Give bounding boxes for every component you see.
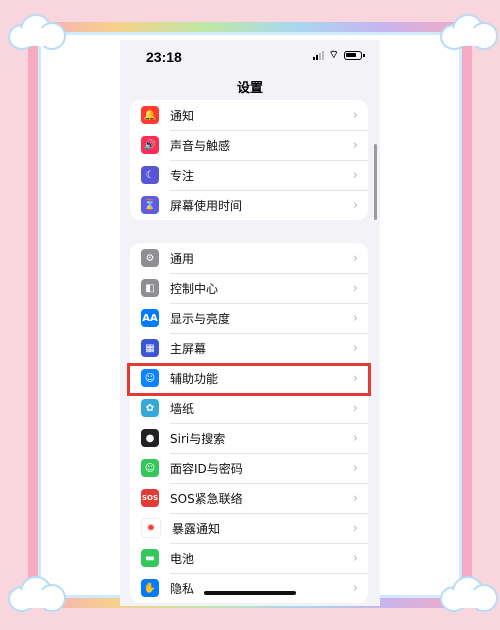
home-grid-icon: ▦ <box>141 339 159 357</box>
chevron-right-icon: › <box>352 400 358 416</box>
settings-row-label: 通知 <box>170 108 195 123</box>
text-size-icon: AA <box>141 309 159 327</box>
settings-row[interactable]: ✹ 暴露通知 › <box>130 513 368 543</box>
settings-row-label: 主屏幕 <box>170 341 207 356</box>
chevron-right-icon: › <box>352 250 358 266</box>
chevron-right-icon: › <box>352 430 358 446</box>
chevron-right-icon: › <box>352 310 358 326</box>
phone-screen: 23:18 ⌔ 设置 🔔 通知 › 🔊 声音与触感 › ☾ 专注 › ⌛ 屏幕使用时间 › ⚙ 通用 › ◧… <box>120 40 380 606</box>
settings-row[interactable]: ✋ 隐私 › <box>130 573 368 603</box>
settings-row-label: 暴露通知 <box>172 521 221 536</box>
settings-row-label: 面容ID与密码 <box>170 461 243 476</box>
settings-row[interactable]: SOS SOS紧急联络 › <box>130 483 368 513</box>
cellular-signal-icon <box>312 50 324 60</box>
chevron-right-icon: › <box>352 137 358 153</box>
settings-row-label: 屏幕使用时间 <box>170 198 243 213</box>
wallpaper-flower-icon: ✿ <box>141 399 159 417</box>
bell-icon: 🔔 <box>141 106 159 124</box>
settings-row[interactable]: ▦ 主屏幕 › <box>130 333 368 363</box>
chevron-right-icon: › <box>352 167 358 183</box>
page-title: 设置 <box>236 81 263 96</box>
siri-icon: ● <box>141 429 159 447</box>
settings-row-label: 通用 <box>170 251 195 266</box>
settings-group-1: 🔔 通知 › 🔊 声音与触感 › ☾ 专注 › ⌛ 屏幕使用时间 › <box>130 100 368 220</box>
moon-icon: ☾ <box>141 166 159 184</box>
cloud-decoration-icon <box>440 576 498 612</box>
settings-row-label: 显示与亮度 <box>170 311 231 326</box>
toggles-icon: ◧ <box>141 279 159 297</box>
cloud-decoration-icon <box>8 576 66 612</box>
settings-row[interactable]: ☺ 面容ID与密码 › <box>130 453 368 483</box>
chevron-right-icon: › <box>352 460 358 476</box>
settings-group-2: ⚙ 通用 › ◧ 控制中心 › AA 显示与亮度 › ▦ 主屏幕 › ☺ 辅助功能 › ✿ 墙纸 › ● Siri与搜… <box>130 243 368 603</box>
battery-status-icon <box>344 51 365 60</box>
cloud-decoration-icon <box>440 14 498 50</box>
settings-row[interactable]: 🔔 通知 › <box>130 100 368 130</box>
cloud-decoration-icon <box>8 14 66 50</box>
wifi-icon: ⌔ <box>328 49 339 61</box>
chevron-right-icon: › <box>352 340 358 356</box>
settings-row-label: 专注 <box>170 168 195 183</box>
settings-row[interactable]: ⌛ 屏幕使用时间 › <box>130 190 368 220</box>
chevron-right-icon: › <box>352 550 358 566</box>
sos-icon: SOS <box>141 489 159 507</box>
settings-row[interactable]: ⚙ 通用 › <box>130 243 368 273</box>
settings-row-label: Siri与搜索 <box>170 431 226 446</box>
hand-icon: ✋ <box>141 579 159 597</box>
speaker-icon: 🔊 <box>141 136 159 154</box>
chevron-right-icon: › <box>352 580 358 596</box>
chevron-right-icon: › <box>352 520 358 536</box>
settings-row-label: 声音与触感 <box>170 138 231 153</box>
chevron-right-icon: › <box>352 197 358 213</box>
settings-row[interactable]: ◧ 控制中心 › <box>130 273 368 303</box>
battery-icon: ▬ <box>141 549 159 567</box>
exposure-icon: ✹ <box>141 518 161 538</box>
hourglass-icon: ⌛ <box>141 196 159 214</box>
settings-row[interactable]: ☾ 专注 › <box>130 160 368 190</box>
settings-row[interactable]: 🔊 声音与触感 › <box>130 130 368 160</box>
chevron-right-icon: › <box>352 107 358 123</box>
settings-row[interactable]: ✿ 墙纸 › <box>130 393 368 423</box>
settings-row-label: 控制中心 <box>170 281 219 296</box>
settings-row[interactable]: ▬ 电池 › <box>130 543 368 573</box>
chevron-right-icon: › <box>352 280 358 296</box>
settings-row-label: 电池 <box>170 551 195 566</box>
settings-row[interactable]: ● Siri与搜索 › <box>130 423 368 453</box>
status-time: 23:18 <box>146 49 182 65</box>
scrollbar[interactable] <box>374 144 377 220</box>
chevron-right-icon: › <box>352 490 358 506</box>
home-indicator[interactable] <box>204 591 296 595</box>
settings-row[interactable]: AA 显示与亮度 › <box>130 303 368 333</box>
face-id-icon: ☺ <box>141 459 159 477</box>
gear-icon: ⚙ <box>141 249 159 267</box>
settings-row-label: 墙纸 <box>170 401 195 416</box>
highlight-box <box>127 363 371 396</box>
status-bar: 23:18 ⌔ <box>120 40 380 70</box>
settings-row-label: SOS紧急联络 <box>170 491 243 506</box>
